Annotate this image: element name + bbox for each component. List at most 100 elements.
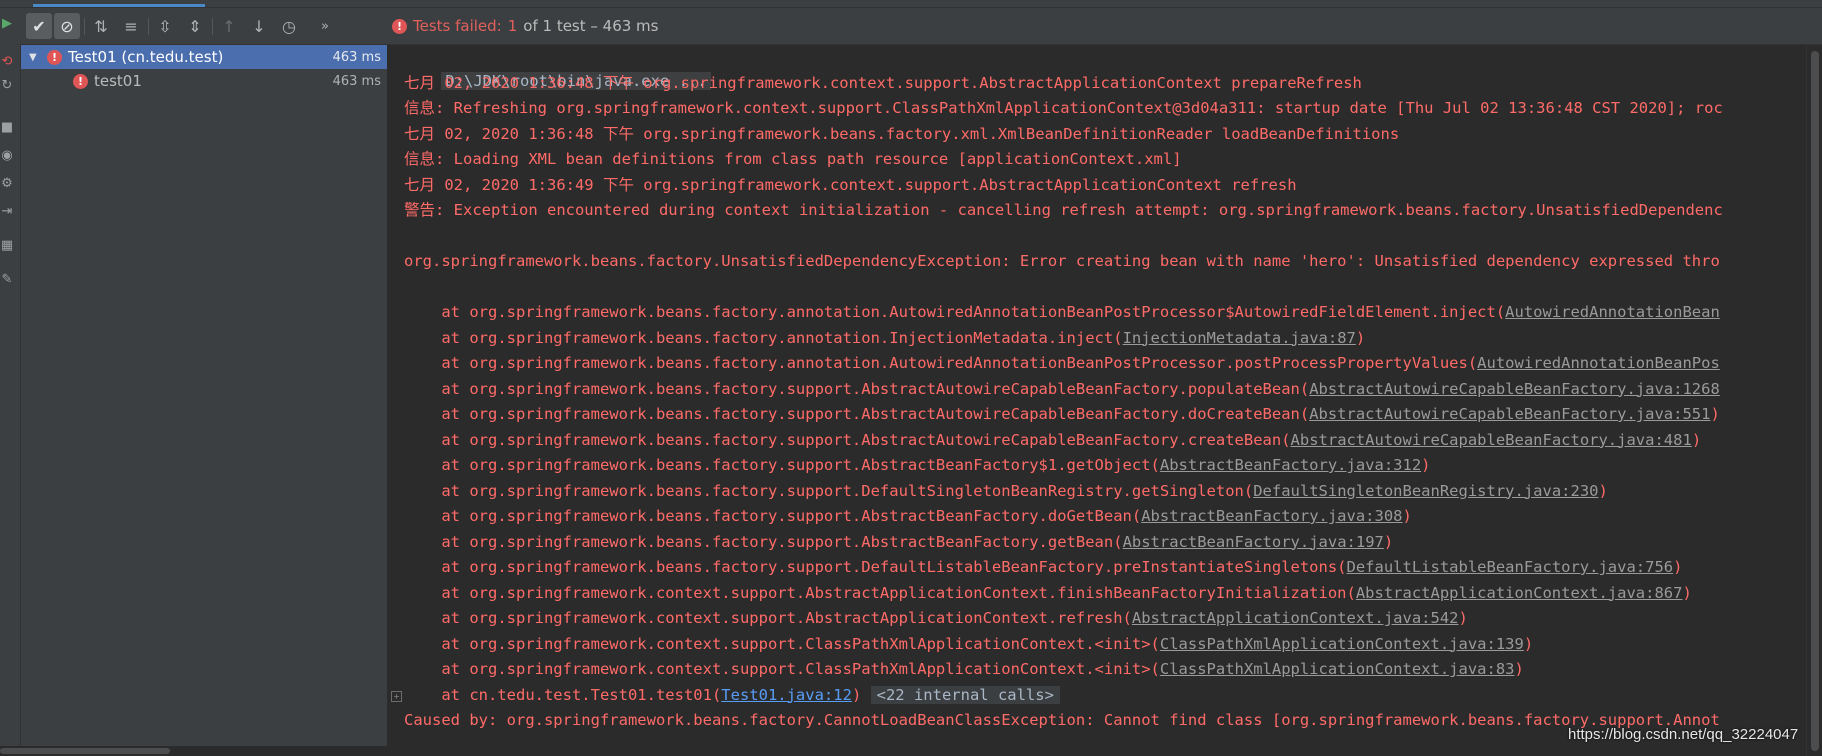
caused-by-line: Caused by: org.springframework.beans.fac… (404, 711, 1720, 729)
console-line: 七月 02, 2020 1:36:48 下午 org.springframewo… (404, 124, 1400, 143)
stack-frame: at org.springframework.beans.factory.sup… (404, 453, 1430, 477)
tree-item-label: test01 (94, 72, 142, 90)
rerun-icon[interactable]: ▶ (0, 16, 14, 31)
horizontal-scrollbar[interactable] (0, 746, 1806, 756)
source-link[interactable]: AbstractApplicationContext.java:542 (1132, 609, 1459, 627)
stack-frame-close: ) (1458, 609, 1468, 627)
stack-frame: at org.springframework.beans.factory.sup… (404, 530, 1393, 554)
stack-frame: at org.springframework.context.support.A… (404, 581, 1692, 605)
settings-icon[interactable]: ⚙ (0, 176, 14, 191)
more-actions-icon[interactable]: » (312, 13, 338, 39)
horizontal-scroll-thumb[interactable] (0, 748, 170, 754)
stack-frame: at org.springframework.beans.factory.ann… (404, 351, 1720, 375)
source-link[interactable]: Test01.java:12 (721, 686, 852, 704)
stack-frame-close: ) (1355, 328, 1366, 347)
rerun-failed-icon[interactable]: ⟲ (0, 54, 14, 69)
expand-all-icon[interactable]: ⇳ (152, 13, 178, 39)
camera-icon[interactable]: ◉ (0, 148, 14, 163)
stack-frame: at org.springframework.context.support.A… (404, 606, 1468, 630)
console-line: 信息: Refreshing org.springframework.conte… (404, 99, 1723, 117)
run-side-toolbar: ▶ ⟲ ↻ ■ ◉ ⚙ ⇥ ▦ ✎ (0, 8, 21, 756)
source-link[interactable]: DefaultListableBeanFactory.java:756 (1347, 558, 1674, 576)
toolbar-separator (84, 18, 85, 35)
stack-frame-text: at org.springframework.beans.factory.ann… (404, 303, 1506, 321)
stack-frame-text: at org.springframework.beans.factory.sup… (404, 405, 1310, 423)
previous-failed-icon[interactable]: ↑ (216, 13, 242, 39)
stack-frame-text: at org.springframework.beans.factory.sup… (404, 456, 1160, 474)
stack-frame: at cn.tedu.test.Test01.test01(Test01.jav… (404, 683, 1060, 707)
collapse-all-icon[interactable]: ⇕ (182, 13, 208, 39)
failed-count: 1 (507, 17, 518, 35)
source-link[interactable]: AutowiredAnnotationBean (1505, 303, 1720, 321)
status-suffix: of 1 test – 463 ms (523, 17, 659, 35)
source-link[interactable]: AutowiredAnnotationBeanPos (1477, 354, 1720, 372)
sort-by-duration-icon[interactable]: ≡ (118, 13, 144, 39)
stack-frame: at org.springframework.beans.factory.sup… (404, 555, 1682, 579)
console-line: 七月 02, 2020 1:36:49 下午 org.springframewo… (404, 175, 1297, 194)
source-link[interactable]: AbstractBeanFactory.java:197 (1123, 533, 1384, 551)
show-ignored-icon[interactable]: ⊘ (54, 13, 80, 39)
source-link[interactable]: AbstractApplicationContext.java:867 (1356, 584, 1683, 602)
test-runner-toolbar: ✔ ⊘ ⇅ ≡ ⇳ ⇕ ↑ ↓ ◷ » ! Tests failed: 1 of… (20, 8, 1822, 45)
expand-internal-calls-icon[interactable]: + (391, 690, 402, 702)
stack-frame-text: at cn.tedu.test.Test01.test01( (404, 685, 722, 704)
stack-frame-close: ) (1514, 660, 1524, 678)
internal-calls-fold[interactable]: <22 internal calls> (870, 685, 1060, 704)
source-link[interactable]: ClassPathXmlApplicationContext.java:139 (1160, 635, 1524, 653)
console-line: 警告: Exception encountered during context… (404, 201, 1723, 219)
toolbar-separator (148, 18, 149, 35)
active-tab-indicator (33, 4, 205, 7)
error-icon: ! (73, 73, 88, 89)
source-link[interactable]: AbstractBeanFactory.java:312 (1160, 456, 1421, 474)
vertical-scrollbar[interactable] (1806, 45, 1822, 756)
show-passed-icon[interactable]: ✔ (26, 13, 52, 39)
tree-item-time: 463 ms (332, 73, 381, 89)
stack-frame-close: ) (1402, 507, 1412, 525)
tree-item-test-method[interactable]: ! test01 463 ms (21, 69, 387, 93)
stack-frame-text: at org.springframework.beans.factory.sup… (404, 379, 1310, 398)
source-link[interactable]: ClassPathXmlApplicationContext.java:83 (1160, 660, 1515, 678)
stack-frame-close: ) (1523, 634, 1534, 653)
stack-frame-close: ) (1383, 532, 1394, 551)
toggle-auto-test-icon[interactable]: ↻ (0, 78, 14, 93)
stop-icon[interactable]: ■ (0, 120, 14, 135)
vertical-scroll-thumb[interactable] (1811, 51, 1819, 751)
stack-frame-text: at org.springframework.beans.factory.ann… (404, 328, 1123, 347)
stack-frame-text: at org.springframework.beans.factory.sup… (404, 507, 1142, 525)
stack-frame: at org.springframework.beans.factory.sup… (404, 479, 1608, 503)
stack-frame-close: ) (1673, 558, 1683, 576)
source-link[interactable]: AbstractAutowireCapableBeanFactory.java:… (1309, 405, 1710, 423)
source-link[interactable]: AbstractBeanFactory.java:308 (1141, 507, 1402, 525)
stack-frame-text: at org.springframework.beans.factory.ann… (404, 354, 1478, 372)
layout-icon[interactable]: ▦ (0, 238, 14, 253)
test-tree: ▼ ! Test01 (cn.tedu.test) 463 ms ! test0… (21, 45, 388, 756)
console-line: 七月 02, 2020 1:36:48 下午 org.springframewo… (404, 73, 1362, 92)
tree-item-test-class[interactable]: ▼ ! Test01 (cn.tedu.test) 463 ms (21, 45, 387, 69)
watermark: https://blog.csdn.net/qq_32224047 (1568, 726, 1799, 743)
export-icon[interactable]: ⇥ (0, 204, 14, 219)
stack-frame-close: ) (1598, 481, 1608, 500)
stack-frame: at org.springframework.beans.factory.ann… (404, 300, 1720, 324)
source-link[interactable]: DefaultSingletonBeanRegistry.java:230 (1253, 482, 1598, 500)
stack-frame: at org.springframework.beans.factory.sup… (404, 504, 1412, 528)
next-failed-icon[interactable]: ↓ (246, 13, 272, 39)
console-command-line: D:\JDK\root\bin\java.exe ... (404, 45, 711, 90)
source-link[interactable]: AbstractAutowireCapableBeanFactory.java:… (1309, 380, 1720, 398)
tree-item-time: 463 ms (332, 49, 381, 65)
error-icon: ! (47, 49, 62, 65)
stack-frame: at org.springframework.beans.factory.sup… (404, 377, 1720, 401)
console-output[interactable]: D:\JDK\root\bin\java.exe ... 七月 02, 2020… (388, 45, 1806, 756)
stack-frame-text: at org.springframework.context.support.C… (404, 660, 1160, 678)
console-line: 信息: Loading XML bean definitions from cl… (404, 150, 1182, 168)
expand-arrow-icon[interactable]: ▼ (29, 52, 43, 63)
source-link[interactable]: InjectionMetadata.java:87 (1123, 329, 1356, 347)
sort-alphabetically-icon[interactable]: ⇅ (88, 13, 114, 39)
pin-icon[interactable]: ✎ (0, 272, 14, 287)
stack-frame-text: at org.springframework.context.support.A… (404, 609, 1132, 627)
stack-frame-text: at org.springframework.beans.factory.sup… (404, 558, 1347, 576)
source-link[interactable]: AbstractAutowireCapableBeanFactory.java:… (1291, 431, 1692, 449)
stack-frame-close: ) (1682, 583, 1692, 602)
stack-frame-text: at org.springframework.context.support.C… (404, 634, 1160, 653)
tree-item-label: Test01 (cn.tedu.test) (68, 48, 224, 66)
test-history-icon[interactable]: ◷ (276, 13, 302, 39)
